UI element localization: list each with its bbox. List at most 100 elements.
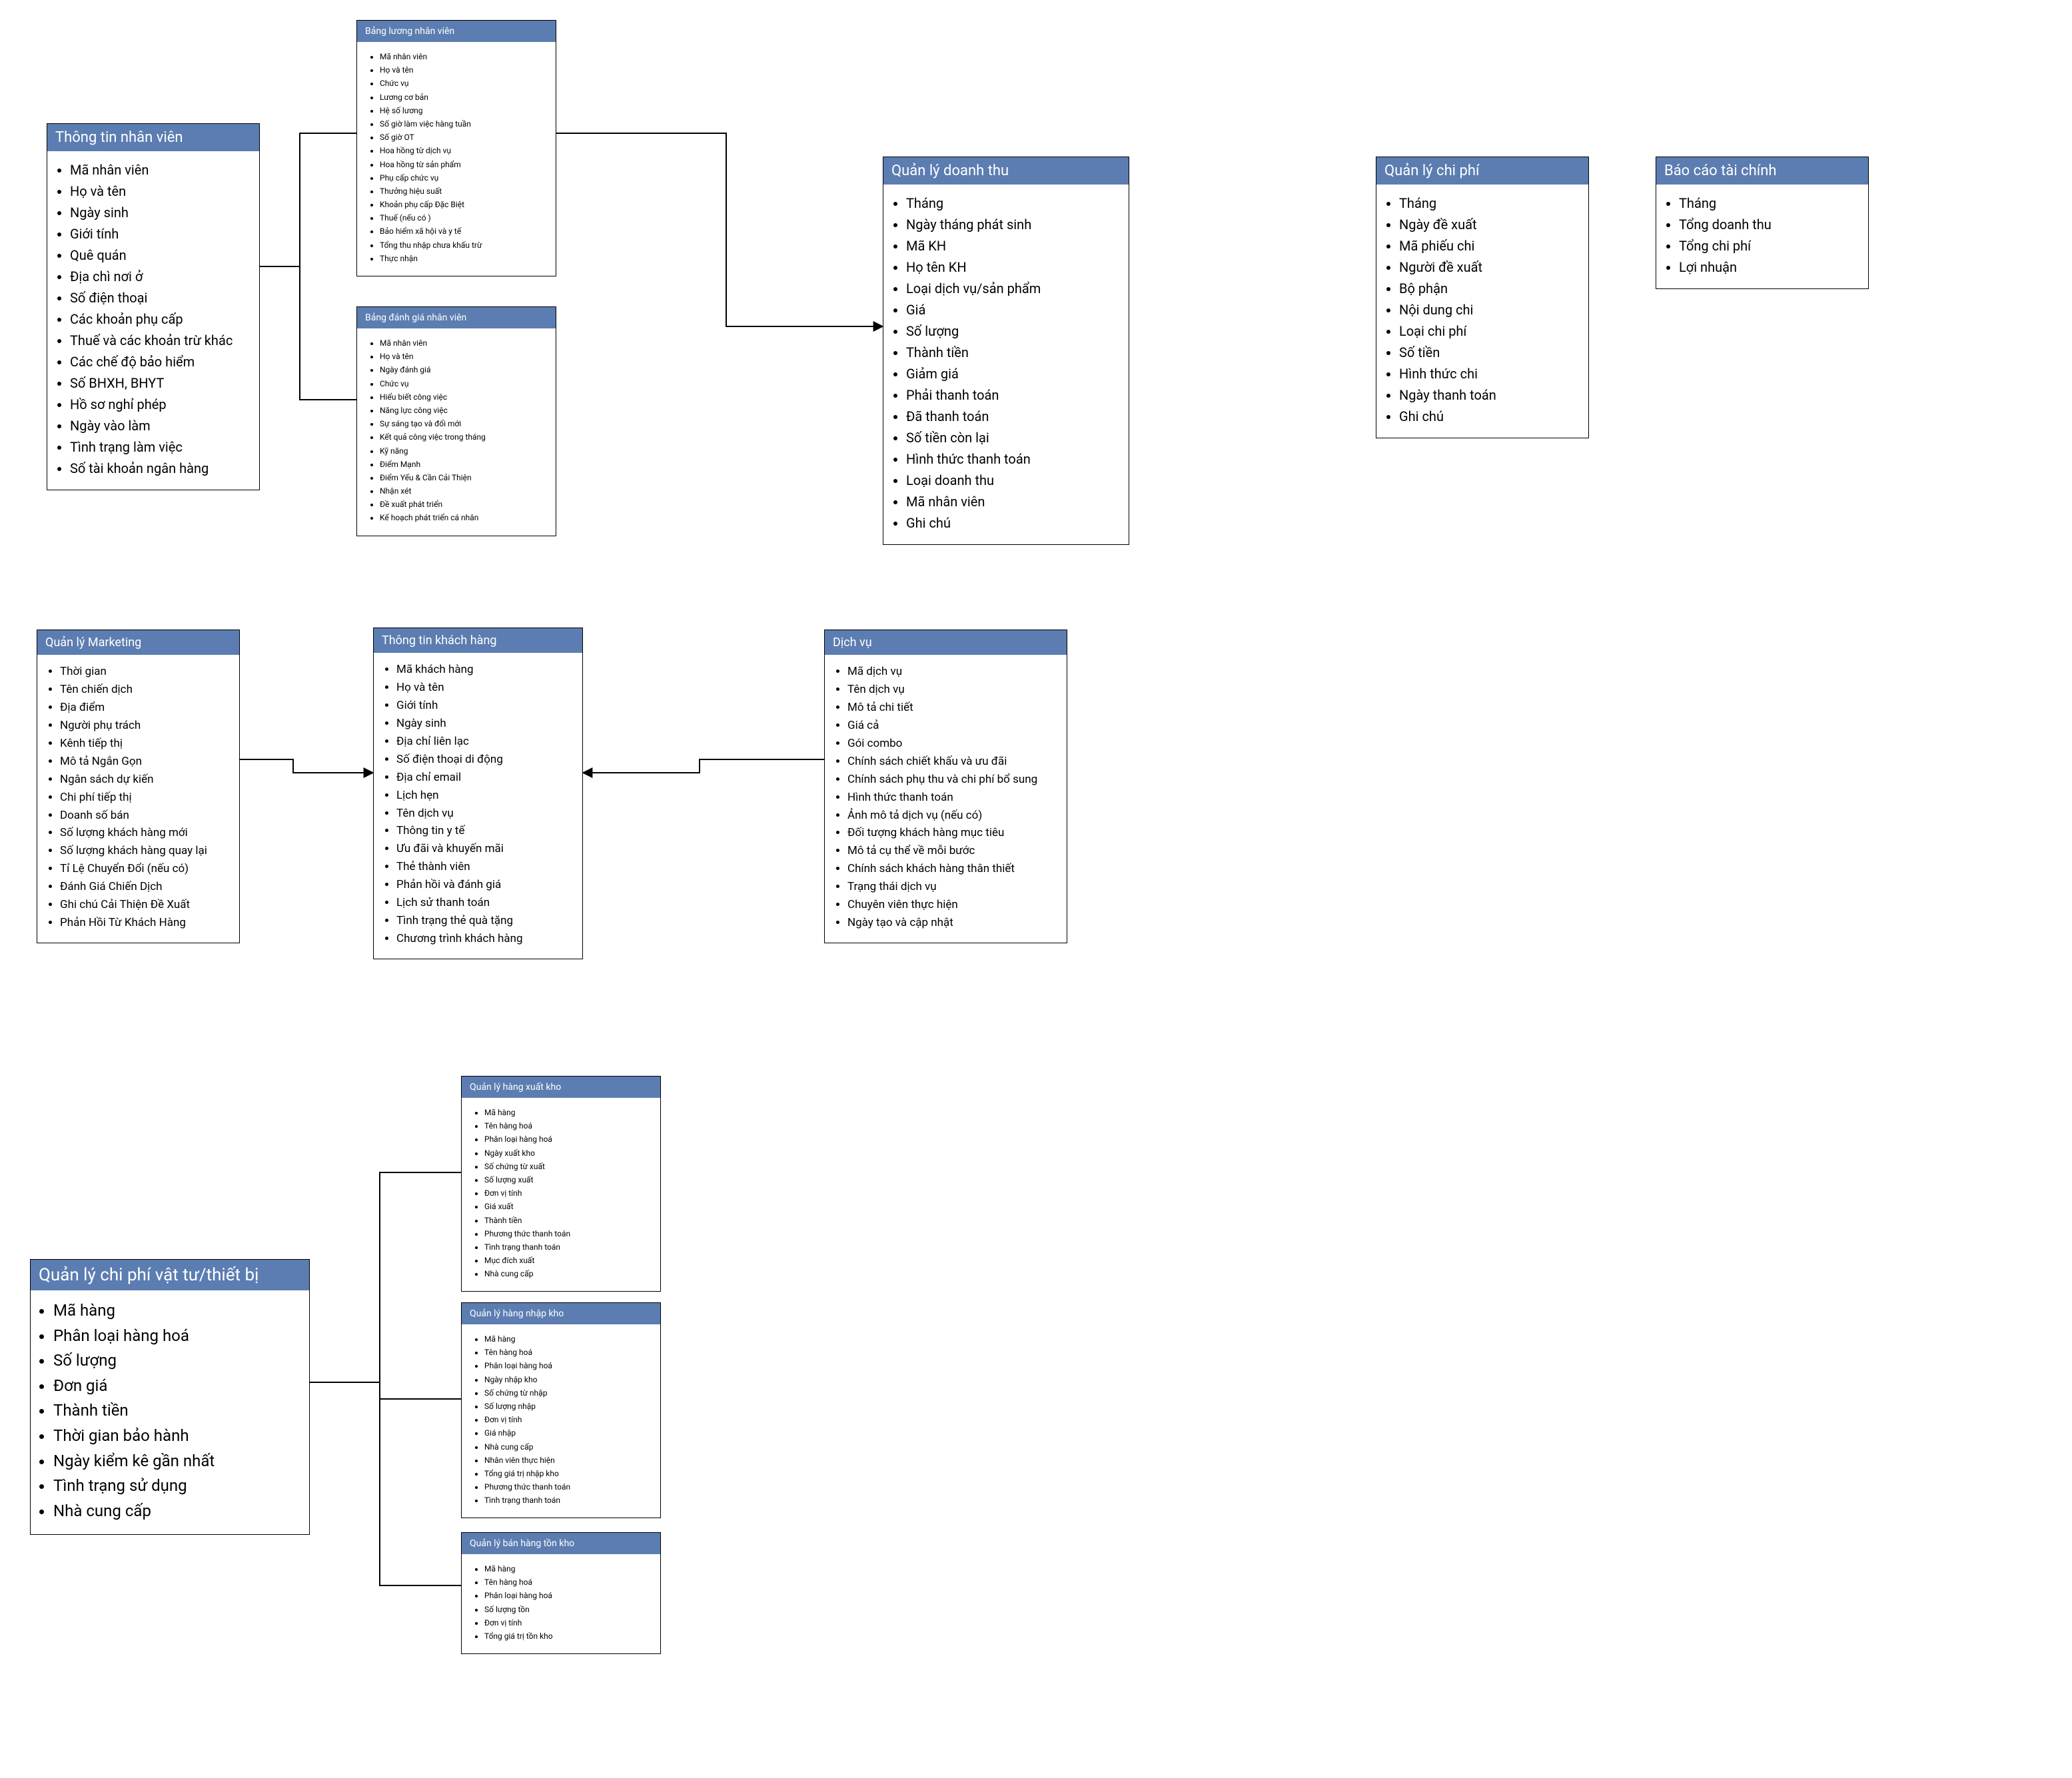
attribute-item: Tình trạng làm việc [70,438,250,456]
attribute-item: Đối tượng khách hàng mục tiêu [847,825,1057,841]
attribute-item: Tổng chi phí [1679,236,1859,255]
attribute-item: Kế hoạch phát triển cá nhân [380,512,546,523]
attribute-item: Thành tiền [53,1400,300,1422]
attribute-list: Thời gianTên chiến dịchĐịa điểmNgười phụ… [47,664,230,931]
entity-title: Thông tin nhân viên [47,124,259,151]
attribute-item: Họ và tên [380,65,546,75]
entity-body: Mã hàngTên hàng hoáPhân loại hàng hoáNgà… [462,1098,660,1291]
attribute-item: Mã nhân viên [380,51,546,62]
attribute-item: Tháng [906,194,1119,213]
entity-box-marketing[interactable]: Quản lý MarketingThời gianTên chiến dịch… [37,630,240,943]
attribute-item: Số tiền [1399,343,1579,362]
attribute-item: Tên dịch vụ [847,682,1057,697]
attribute-item: Ngày đánh giá [380,364,546,375]
entity-body: Mã nhân viênHọ và tênChức vụLương cơ bản… [357,42,556,276]
attribute-item: Hình thức thanh toán [906,450,1119,468]
attribute-item: Nhà cung cấp [53,1500,300,1523]
entity-box-baocao[interactable]: Báo cáo tài chínhThángTổng doanh thuTổng… [1656,157,1869,289]
attribute-item: Loại dịch vụ/sản phẩm [906,279,1119,298]
attribute-item: Thành tiền [906,343,1119,362]
attribute-item: Chi phí tiếp thị [60,790,230,805]
attribute-item: Số lượng xuất [484,1174,651,1185]
entity-title: Bảng lương nhân viên [357,21,556,42]
entity-body: Mã hàngTên hàng hoáPhân loại hàng hoáSố … [462,1554,660,1653]
attribute-item: Mã nhân viên [70,161,250,179]
entity-box-vattu[interactable]: Quản lý chi phí vật tư/thiết bịMã hàngPh… [30,1259,310,1535]
attribute-item: Nhân viên thực hiện [484,1455,651,1466]
attribute-item: Giá xuất [484,1201,651,1212]
entity-title: Quản lý doanh thu [883,157,1129,185]
entity-box-chiphi[interactable]: Quản lý chi phí ThángNgày đề xuấtMã phiếu… [1376,157,1589,438]
attribute-item: Quê quán [70,246,250,264]
attribute-item: Ngày sinh [396,716,573,731]
attribute-item: Phân loại hàng hoá [484,1360,651,1371]
attribute-item: Hình thức thanh toán [847,790,1057,805]
attribute-item: Nhà cung cấp [484,1442,651,1452]
attribute-item: Mã hàng [484,1334,651,1344]
entity-box-dichvu[interactable]: Dịch vụMã dịch vụTên dịch vụMô tả chi ti… [824,630,1067,943]
connector-edge [556,133,883,326]
attribute-item: Thẻ thành viên [396,859,573,875]
attribute-item: Thời gian bảo hành [53,1425,300,1448]
connector-edge [260,133,356,266]
attribute-item: Phản hồi và đánh giá [396,877,573,893]
connector-edge [310,1172,461,1382]
entity-title: Dịch vụ [825,630,1067,655]
attribute-item: Lương cơ bản [380,92,546,103]
attribute-item: Đơn vị tính [484,1188,651,1198]
entity-body: ThángTổng doanh thuTổng chi phíLợi nhuận [1656,185,1868,288]
attribute-item: Lợi nhuận [1679,258,1859,276]
entity-box-khachhang[interactable]: Thông tin khách hàngMã khách hàngHọ và t… [373,628,583,959]
attribute-item: Số lượng khách hàng mới [60,825,230,841]
attribute-item: Tình trạng sử dụng [53,1475,300,1498]
attribute-item: Tháng [1679,194,1859,213]
entity-body: Mã khách hàngHọ và tênGiới tínhNgày sinh… [374,653,582,959]
attribute-item: Khoản phụ cấp Đặc Biệt [380,199,546,210]
entity-title: Quản lý chi phí [1376,157,1588,185]
attribute-item: Phương thức thanh toán [484,1228,651,1239]
entity-body: Mã nhân viênHọ và tênNgày đánh giáChức v… [357,328,556,536]
attribute-item: Kỹ năng [380,446,546,456]
attribute-item: Số giờ OT [380,132,546,143]
attribute-item: Phương thức thanh toán [484,1482,651,1492]
attribute-item: Doanh số bán [60,808,230,823]
attribute-item: Ưu đãi và khuyến mãi [396,841,573,857]
attribute-item: Loại doanh thu [906,471,1119,490]
attribute-item: Ngân sách dự kiến [60,772,230,787]
attribute-list: Mã hàngTên hàng hoáPhân loại hàng hoáNgà… [471,1334,651,1506]
attribute-item: Mã phiếu chi [1399,236,1579,255]
attribute-item: Mã nhân viên [906,492,1119,511]
entity-box-nhapkho[interactable]: Quản lý hàng nhập khoMã hàngTên hàng hoá… [461,1302,661,1518]
attribute-item: Địa chỉ email [396,770,573,785]
attribute-item: Giảm giá [906,364,1119,383]
attribute-list: Mã nhân viênHọ và tênChức vụLương cơ bản… [366,51,546,264]
attribute-item: Tên hàng hoá [484,1577,651,1587]
entity-box-xuatkho[interactable]: Quản lý hàng xuất khoMã hàngTên hàng hoá… [461,1076,661,1292]
attribute-item: Thuế và các khoản trừ khác [70,331,250,350]
connector-edge [240,759,373,773]
attribute-item: Họ tên KH [906,258,1119,276]
attribute-item: Số tài khoản ngân hàng [70,459,250,478]
attribute-item: Đã thanh toán [906,407,1119,426]
entity-box-bangluong[interactable]: Bảng lương nhân viên Mã nhân viên Họ và tê… [356,20,556,276]
attribute-item: Tên hàng hoá [484,1120,651,1131]
entity-body: Mã nhân viênHọ và tênNgày sinhGiới tínhQ… [47,151,259,490]
attribute-item: Thực nhận [380,253,546,264]
attribute-item: Mô tả cụ thể về mỗi bước [847,843,1057,859]
attribute-item: Mô tả chi tiết [847,700,1057,715]
diagram-canvas: Thông tin nhân viênMã nhân viênHọ và tên… [0,0,2072,1778]
attribute-item: Nội dung chi [1399,300,1579,319]
attribute-item: Tổng thu nhập chưa khấu trừ [380,240,546,250]
entity-box-tonkho[interactable]: Quản lý bán hàng tồn khoMã hàngTên hàng … [461,1532,661,1654]
attribute-item: Họ và tên [380,351,546,362]
attribute-list: ThángNgày đề xuấtMã phiếu chiNgười đề xu… [1386,194,1579,426]
attribute-item: Số lượng nhập [484,1401,651,1412]
entity-box-danhgia[interactable]: Bảng đánh giá nhân viênMã nhân viênHọ và… [356,306,556,536]
entity-box-doanhthu[interactable]: Quản lý doanh thuThángNgày tháng phát si… [883,157,1129,545]
attribute-item: Ngày kiểm kê gần nhất [53,1450,300,1473]
attribute-item: Tình trạng thanh toán [484,1242,651,1252]
entity-title: Quản lý bán hàng tồn kho [462,1533,660,1554]
attribute-item: Đơn giá [53,1375,300,1398]
entity-box-nhanvien[interactable]: Thông tin nhân viênMã nhân viênHọ và tên… [47,123,260,490]
attribute-item: Phân loại hàng hoá [484,1590,651,1601]
